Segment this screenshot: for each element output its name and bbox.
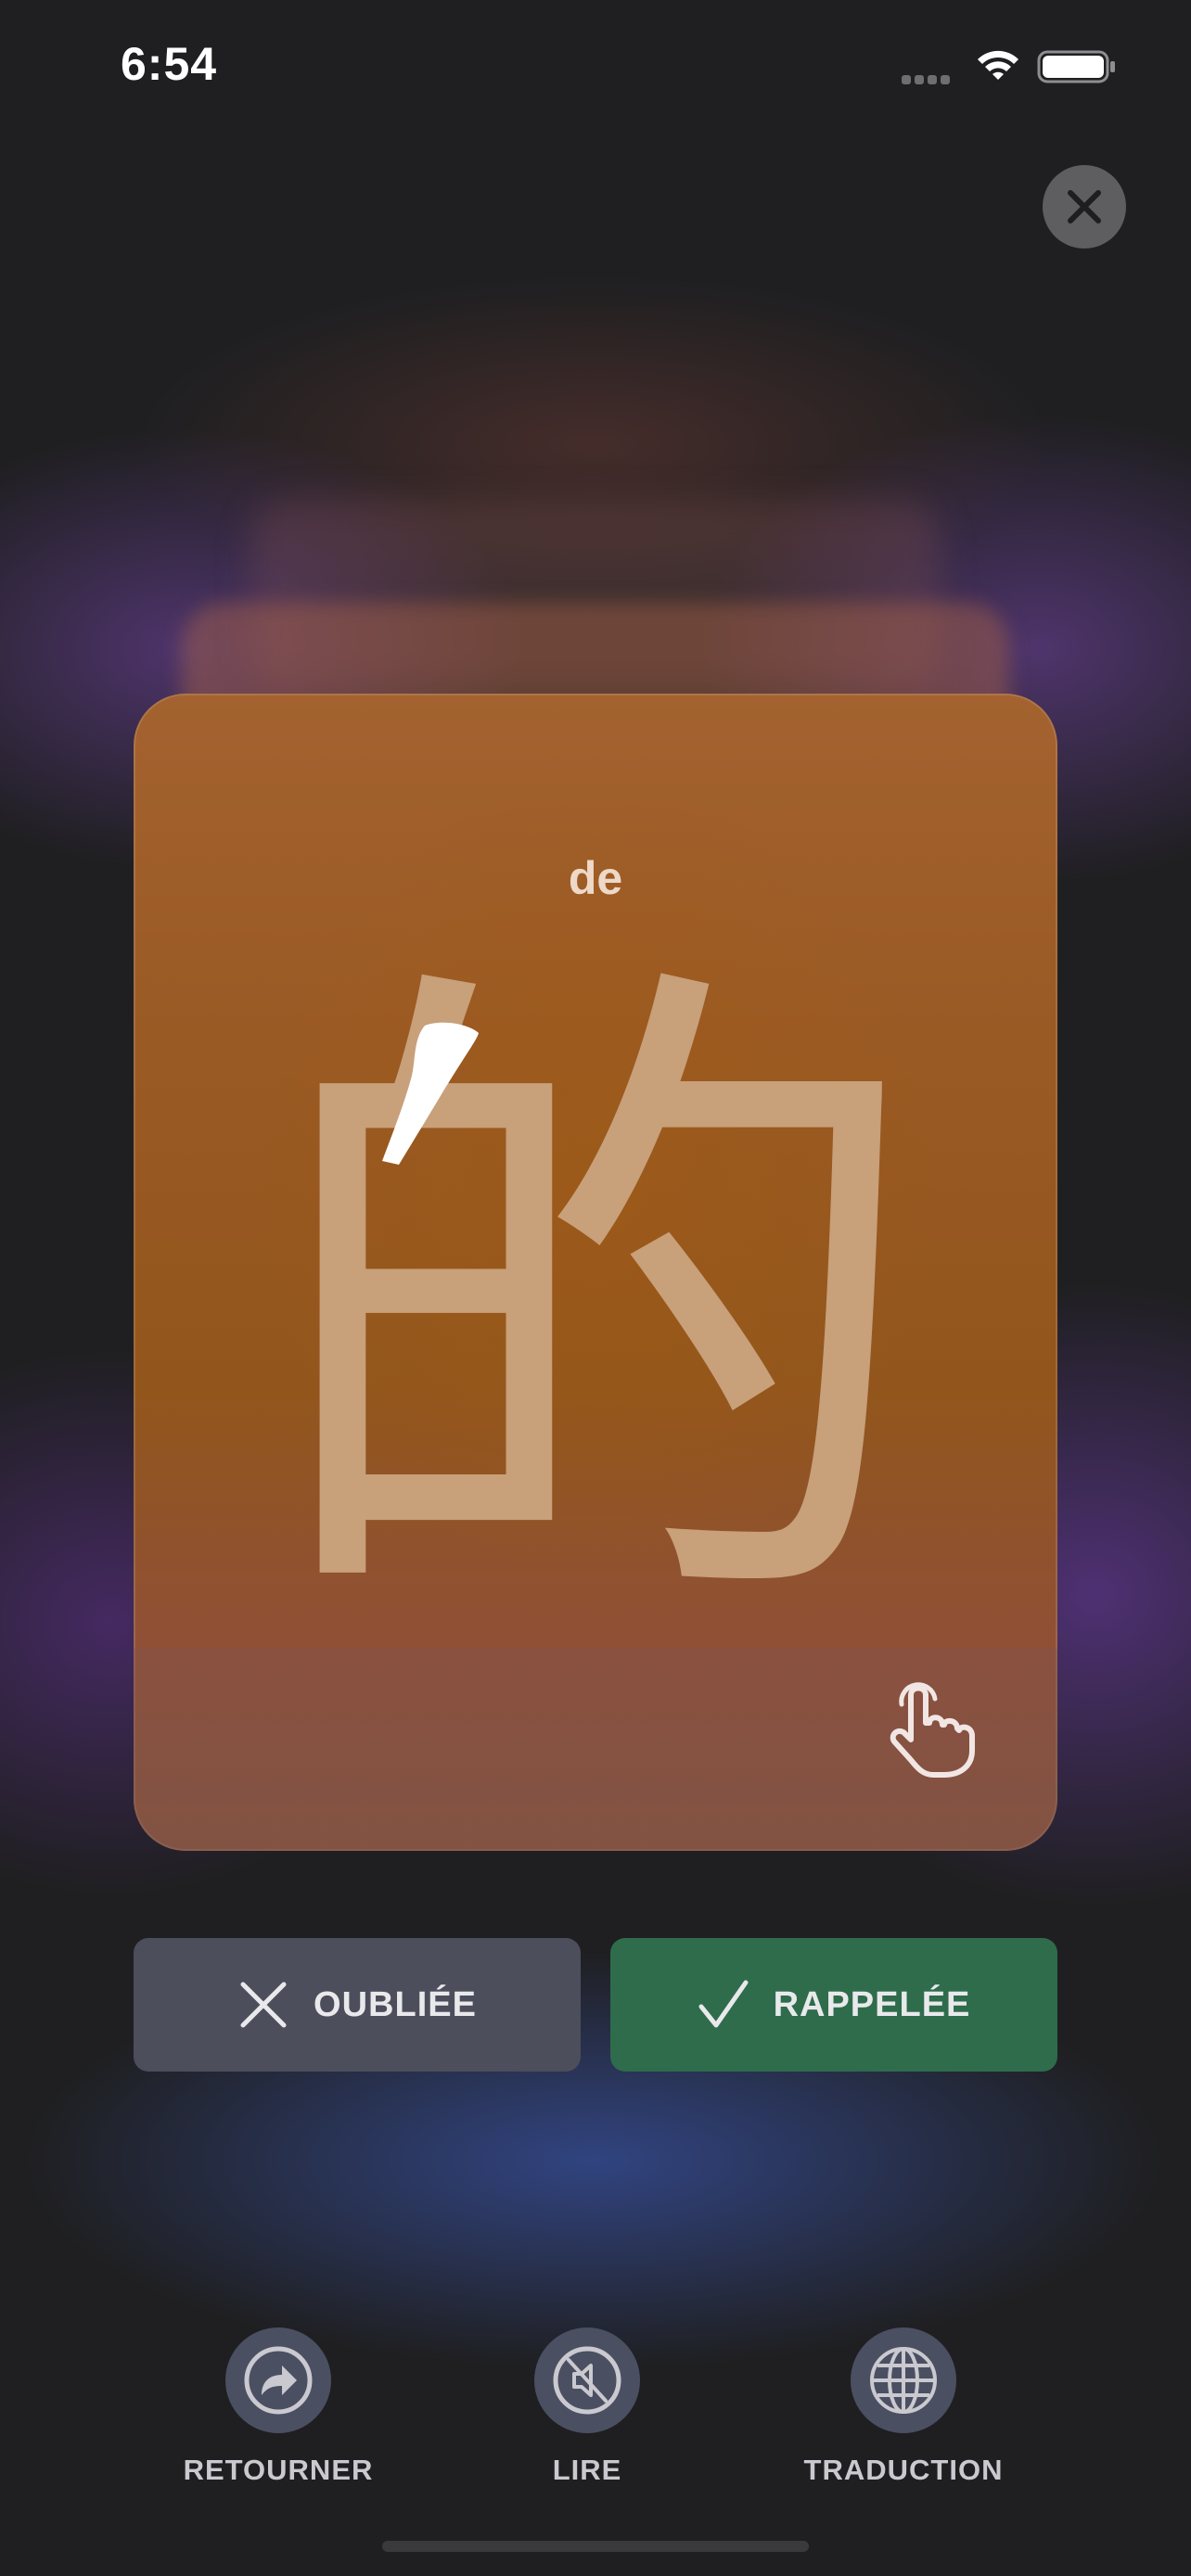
remembered-label: RAPPELÉE xyxy=(773,1984,971,2024)
read-aloud-button[interactable]: LIRE xyxy=(467,2327,708,2487)
close-icon xyxy=(1068,190,1101,223)
flip-arrow-icon xyxy=(244,2346,313,2415)
cellular-signal-icon xyxy=(902,72,957,84)
tap-hand-icon xyxy=(890,1682,975,1778)
forgot-label: OUBLIÉE xyxy=(314,1984,477,2024)
speaker-muted-icon xyxy=(553,2346,621,2415)
remembered-button[interactable]: RAPPELÉE xyxy=(610,1938,1057,2072)
stroke-order-highlight xyxy=(382,1022,479,1165)
close-button[interactable] xyxy=(1043,165,1126,249)
battery-icon xyxy=(1037,50,1115,83)
pinyin-label: de xyxy=(568,852,623,904)
read-label: LIRE xyxy=(552,2454,622,2486)
translation-label: TRADUCTION xyxy=(803,2454,1004,2486)
home-indicator[interactable] xyxy=(382,2541,809,2552)
forgot-button[interactable]: OUBLIÉE xyxy=(134,1938,581,2072)
flip-card-button[interactable]: RETOURNER xyxy=(158,2327,399,2487)
cross-icon xyxy=(240,1982,287,2028)
hanzi-character: 的 xyxy=(262,917,929,1694)
checkmark-icon xyxy=(698,1980,749,2028)
flashcard[interactable]: de 的 xyxy=(134,694,1057,1851)
translation-button[interactable]: TRADUCTION xyxy=(783,2327,1024,2487)
flip-label: RETOURNER xyxy=(183,2454,374,2486)
status-time: 6:54 xyxy=(121,38,218,90)
wifi-icon xyxy=(978,50,1018,80)
globe-icon xyxy=(870,2347,937,2414)
